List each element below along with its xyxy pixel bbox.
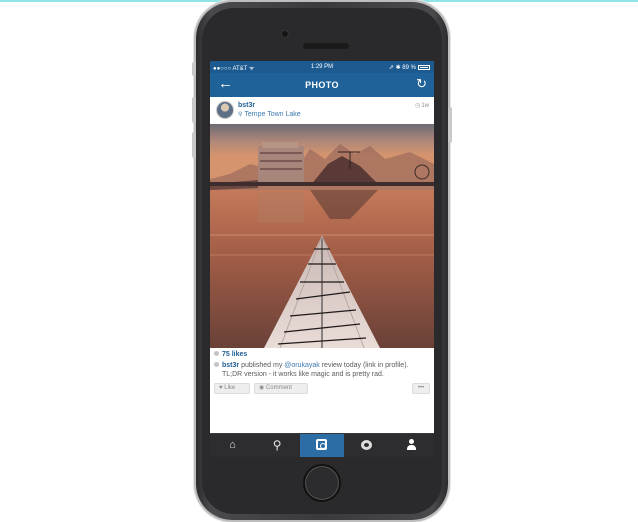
likes-count[interactable]: 75 likes <box>214 351 247 358</box>
clock-icon: ◷ <box>415 103 421 109</box>
tab-activity[interactable] <box>344 434 389 457</box>
nav-bar: ← PHOTO ↻ <box>210 73 434 97</box>
kayak-photo-image <box>210 124 434 348</box>
post-timestamp: ◷1w <box>415 102 429 109</box>
person-icon <box>406 439 417 450</box>
status-bar: ●●○○○ AT&T ᯤ 1:29 PM ⇗ ✱ 89 % <box>210 61 434 73</box>
front-camera <box>281 30 289 38</box>
like-label: Like <box>224 385 236 391</box>
comment-small-icon <box>214 362 219 367</box>
search-icon: ⚲ <box>272 438 282 452</box>
like-button[interactable]: ♥ Like <box>214 383 250 394</box>
chat-bubble-icon <box>361 440 373 450</box>
status-right: ⇗ ✱ 89 % <box>389 64 430 71</box>
volume-down-button <box>192 132 196 158</box>
post-username[interactable]: bst3r <box>238 102 255 109</box>
caption-username[interactable]: bst3r <box>222 362 239 369</box>
post-photo[interactable] <box>210 124 434 348</box>
time-ago-label: 1w <box>421 103 429 109</box>
page-title: PHOTO <box>305 80 339 90</box>
battery-icon <box>418 65 430 70</box>
tab-home[interactable]: ⌂ <box>210 434 255 457</box>
app-screen: ●●○○○ AT&T ᯤ 1:29 PM ⇗ ✱ 89 % ← PHOTO ↻ … <box>210 61 434 457</box>
tab-profile[interactable] <box>389 434 434 457</box>
tab-explore[interactable]: ⚲ <box>255 434 300 457</box>
heart-small-icon <box>214 351 219 356</box>
caption-line-two: TL;DR version - it works like magic and … <box>222 371 384 378</box>
tab-camera[interactable] <box>299 434 345 457</box>
post-actions: ♥ Like ◉ Comment ••• <box>214 383 430 395</box>
tab-bar: ⌂ ⚲ <box>210 433 434 457</box>
post-caption: bst3r published my @orukayak review toda… <box>214 361 430 379</box>
mute-switch <box>192 62 196 76</box>
home-icon: ⌂ <box>229 439 236 451</box>
caption-text-post: review today (link in profile). <box>319 362 409 369</box>
power-button <box>448 107 452 143</box>
home-button[interactable] <box>303 464 341 502</box>
caption-mention[interactable]: @orukayak <box>284 362 320 369</box>
comment-button[interactable]: ◉ Comment <box>254 383 308 394</box>
iphone-frame: ●●○○○ AT&T ᯤ 1:29 PM ⇗ ✱ 89 % ← PHOTO ↻ … <box>192 2 452 520</box>
camera-icon <box>316 439 328 450</box>
earpiece-speaker <box>303 43 349 49</box>
more-options-button[interactable]: ••• <box>412 383 430 394</box>
post-header: bst3r ⚲ Tempe Town Lake ◷1w <box>210 97 434 124</box>
refresh-icon[interactable]: ↻ <box>416 77 427 91</box>
comment-label: Comment <box>265 385 292 391</box>
caption-text-pre: published my <box>239 362 285 369</box>
likes-label: 75 likes <box>222 351 248 358</box>
avatar[interactable] <box>216 101 234 119</box>
location-label: Tempe Town Lake <box>244 111 301 118</box>
location-pin-icon: ⚲ <box>238 112 243 118</box>
status-indicators: ⇗ ✱ 89 % <box>388 65 416 71</box>
volume-up-button <box>192 97 196 123</box>
post-location[interactable]: ⚲ Tempe Town Lake <box>238 111 301 118</box>
